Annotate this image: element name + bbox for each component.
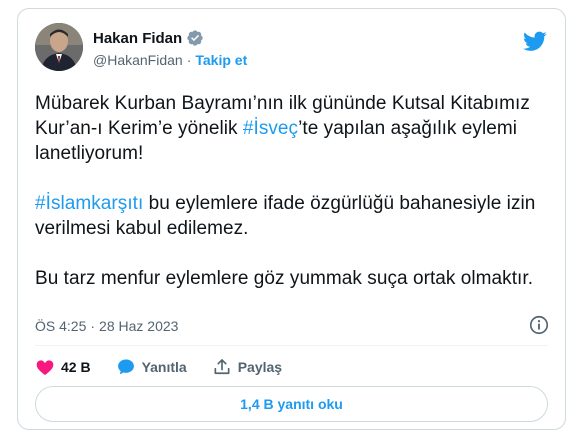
- tweet-timestamp[interactable]: ÖS 4:25 · 28 Haz 2023: [35, 318, 178, 334]
- tweet-header: Hakan Fidan @HakanFidan · Takip et: [35, 23, 551, 73]
- tweet-text: Mübarek Kurban Bayramı’nın ilk gününde K…: [35, 91, 555, 316]
- separator-dot: ·: [90, 318, 96, 334]
- share-label: Paylaş: [237, 359, 283, 375]
- tweet-date: 28 Haz 2023: [99, 318, 179, 334]
- tweet-actions: 42 B Yanıtla Paylaş: [35, 353, 307, 381]
- verified-badge-icon: [186, 29, 204, 47]
- twitter-bird-icon[interactable]: [521, 29, 549, 53]
- reply-label: Yanıtla: [141, 359, 187, 375]
- author-name[interactable]: Hakan Fidan: [93, 30, 182, 47]
- heart-icon: [36, 360, 54, 376]
- reply-bubble-icon: [117, 359, 134, 375]
- like-count: 42 B: [61, 359, 91, 375]
- share-icon: [214, 359, 230, 375]
- tweet-card: Hakan Fidan @HakanFidan · Takip et Mübar…: [17, 8, 566, 430]
- avatar[interactable]: [35, 23, 83, 71]
- tweet-time: ÖS 4:25: [35, 318, 87, 334]
- tweet-paragraph-3: Bu tarz menfur eylemlere göz yummak suça…: [35, 268, 534, 289]
- reply-button[interactable]: Yanıtla: [116, 357, 187, 377]
- share-button[interactable]: Paylaş: [212, 357, 282, 377]
- like-button[interactable]: 42 B: [35, 357, 91, 377]
- divider: [35, 345, 548, 346]
- hashtag-islamkarsiti[interactable]: #İslamkarşıtı: [35, 193, 143, 214]
- tweet-paragraph-1: Mübarek Kurban Bayramı’nın ilk gününde K…: [35, 91, 555, 166]
- hashtag-isvec[interactable]: #İsveç: [243, 118, 298, 139]
- tweet-paragraph-2: #İslamkarşıtı bu eylemlere ifade özgürlü…: [35, 191, 555, 241]
- separator-dot: ·: [186, 52, 192, 68]
- info-icon[interactable]: [528, 314, 550, 336]
- follow-button[interactable]: Takip et: [195, 52, 247, 68]
- author-handle[interactable]: @HakanFidan: [93, 52, 183, 68]
- read-replies-button[interactable]: 1,4 B yanıtı oku: [35, 386, 548, 422]
